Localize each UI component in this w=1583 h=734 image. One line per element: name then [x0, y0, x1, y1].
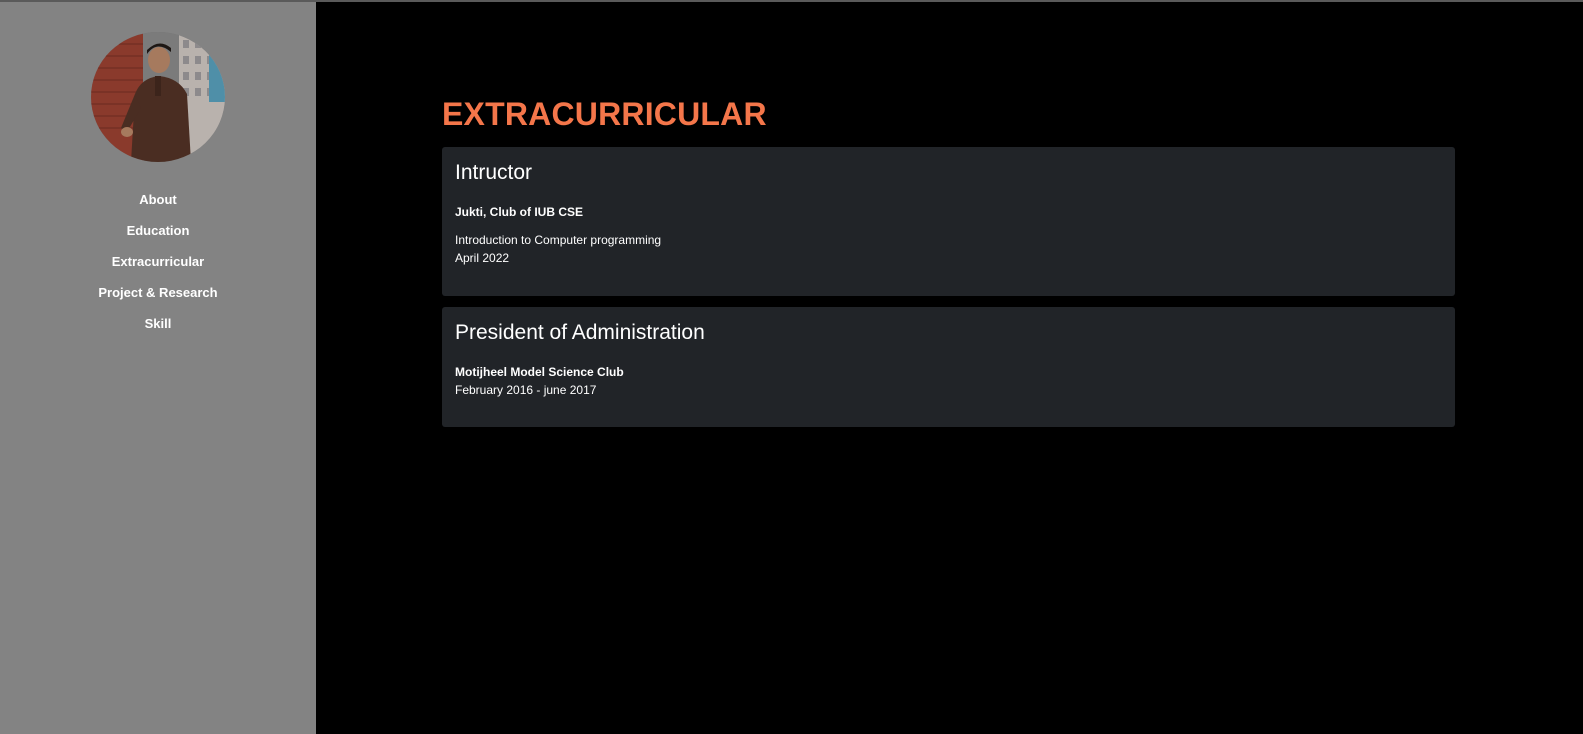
nav-item-about[interactable]: About — [139, 190, 177, 210]
profile-photo — [91, 32, 225, 162]
sidebar: About Education Extracurricular Project … — [0, 2, 316, 734]
nav-item-extracurricular[interactable]: Extracurricular — [112, 252, 205, 272]
experience-card: Intructor Jukti, Club of IUB CSE Introdu… — [442, 147, 1455, 296]
card-description: Introduction to Computer programming — [455, 233, 662, 247]
experience-card: President of Administration Motijheel Mo… — [442, 307, 1455, 427]
card-date: February 2016 - june 2017 — [455, 383, 597, 397]
avatar — [91, 32, 225, 162]
nav-item-skill[interactable]: Skill — [145, 314, 172, 334]
nav-item-project-research[interactable]: Project & Research — [98, 283, 217, 303]
card-role: Intructor — [455, 161, 533, 184]
nav-item-education[interactable]: Education — [127, 221, 190, 241]
card-organization: Jukti, Club of IUB CSE — [455, 205, 584, 219]
sidebar-nav: About Education Extracurricular Project … — [98, 190, 217, 345]
card-role: President of Administration — [455, 321, 705, 344]
card-organization: Motijheel Model Science Club — [455, 365, 624, 379]
main-content: EXTRACURRICULAR Intructor Jukti, Club of… — [316, 2, 1583, 734]
section-title: EXTRACURRICULAR — [442, 96, 767, 132]
card-date: April 2022 — [455, 251, 510, 265]
